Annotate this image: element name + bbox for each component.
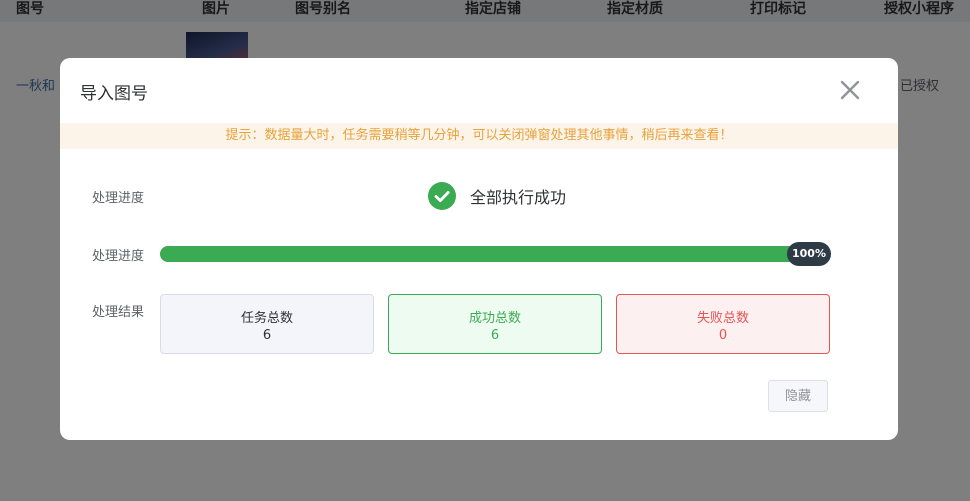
status-indicator: 全部执行成功 bbox=[428, 182, 566, 210]
progress-percent-badge: 100% bbox=[787, 242, 831, 266]
result-label: 处理结果 bbox=[92, 305, 145, 320]
progress-bar bbox=[160, 246, 830, 262]
tip-banner: 提示：数据量大时，任务需要稍等几分钟，可以关闭弹窗处理其他事情，稍后再来查看！ bbox=[60, 123, 898, 149]
fail-count-card: 失败总数 0 bbox=[616, 294, 830, 354]
fail-count-title: 失败总数 bbox=[696, 311, 749, 326]
success-count-card: 成功总数 6 bbox=[388, 294, 602, 354]
success-count-value: 6 bbox=[490, 328, 500, 343]
progress-label: 处理进度 bbox=[92, 249, 145, 264]
total-tasks-card: 任务总数 6 bbox=[160, 294, 374, 354]
fail-count-value: 0 bbox=[718, 328, 728, 343]
status-text: 全部执行成功 bbox=[470, 188, 567, 207]
dialog-title: 导入图号 bbox=[80, 84, 148, 104]
status-label: 处理进度 bbox=[92, 191, 145, 206]
check-circle-icon bbox=[428, 182, 456, 210]
progress-bar-fill bbox=[160, 246, 830, 262]
import-dialog: 导入图号 提示：数据量大时，任务需要稍等几分钟，可以关闭弹窗处理其他事情，稍后再… bbox=[60, 58, 898, 440]
total-tasks-value: 6 bbox=[262, 328, 272, 343]
hide-button[interactable]: 隐藏 bbox=[768, 380, 828, 412]
total-tasks-title: 任务总数 bbox=[240, 311, 293, 326]
success-count-title: 成功总数 bbox=[468, 311, 521, 326]
close-icon[interactable] bbox=[838, 78, 862, 102]
